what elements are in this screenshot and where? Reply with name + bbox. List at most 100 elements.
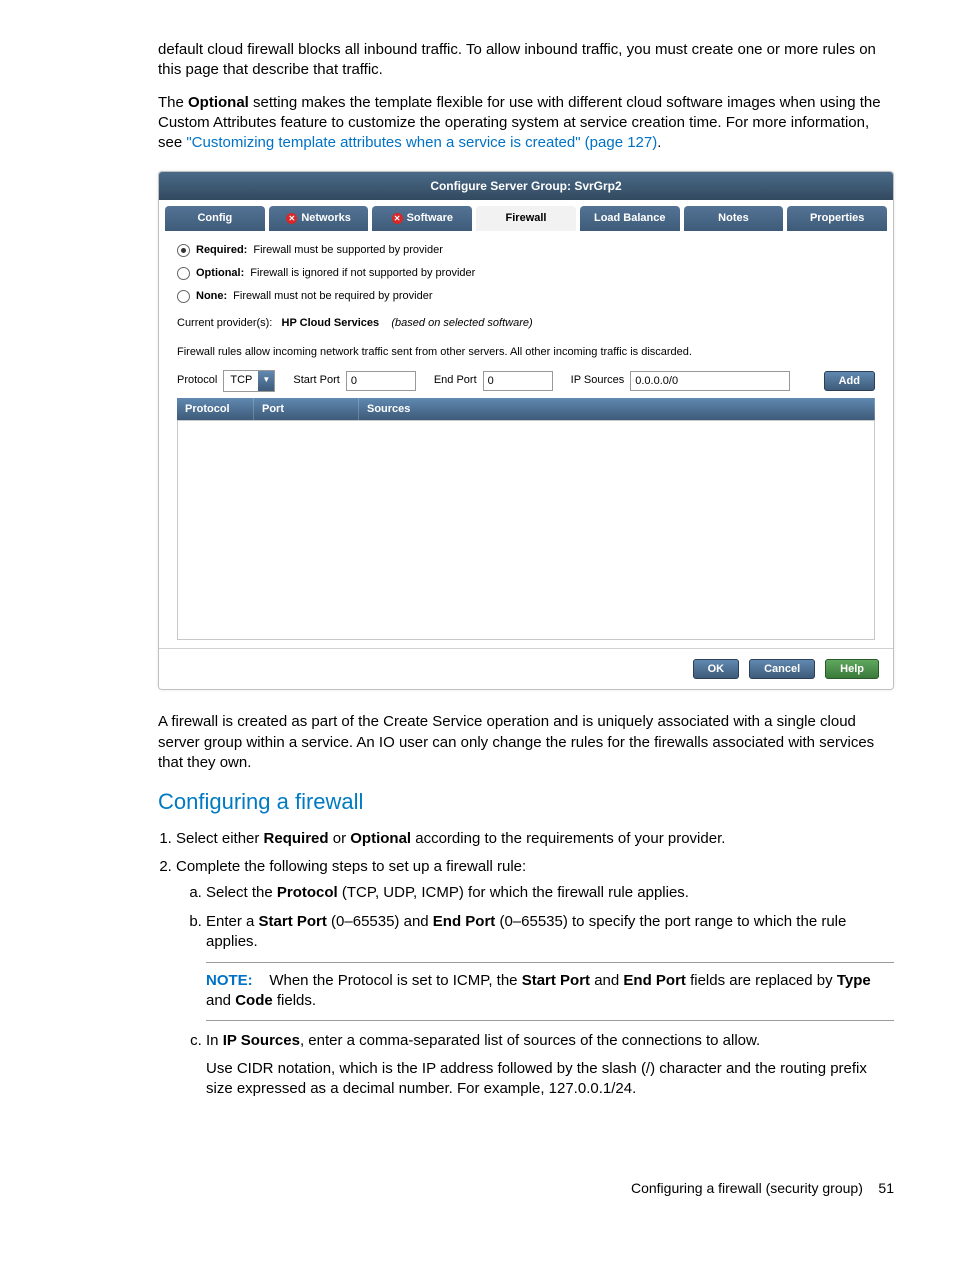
chevron-down-icon: ▼ bbox=[258, 371, 274, 391]
radio-label: Required: bbox=[196, 243, 247, 258]
tab-config[interactable]: Config bbox=[165, 206, 265, 231]
radio-label: None: bbox=[196, 289, 227, 304]
add-button[interactable]: Add bbox=[824, 371, 875, 391]
grid-header-port[interactable]: Port bbox=[254, 398, 359, 421]
text: The bbox=[158, 94, 188, 111]
tab-firewall[interactable]: Firewall bbox=[476, 206, 576, 231]
dialog-footer: OK Cancel Help bbox=[159, 648, 893, 689]
start-port-label: Start Port bbox=[293, 373, 339, 388]
text: and bbox=[590, 972, 623, 989]
provider-value: HP Cloud Services bbox=[282, 317, 380, 329]
text-bold: Optional bbox=[350, 830, 411, 847]
error-icon: ✕ bbox=[286, 213, 297, 224]
tab-software[interactable]: ✕ Software bbox=[372, 206, 472, 231]
text: Select the bbox=[206, 884, 277, 901]
note-box: NOTE: When the Protocol is set to ICMP, … bbox=[206, 962, 894, 1021]
radio-optional[interactable] bbox=[177, 267, 190, 280]
radio-desc: Firewall is ignored if not supported by … bbox=[250, 266, 475, 281]
tab-label: Notes bbox=[718, 211, 749, 226]
grid-header-protocol[interactable]: Protocol bbox=[177, 398, 254, 421]
step-2: Complete the following steps to set up a… bbox=[176, 857, 894, 1099]
text-bold: Start Port bbox=[259, 913, 327, 930]
text: Complete the following steps to set up a… bbox=[176, 858, 526, 875]
provider-line: Current provider(s): HP Cloud Services (… bbox=[177, 316, 875, 331]
text: and bbox=[206, 992, 235, 1009]
text-bold: End Port bbox=[433, 913, 496, 930]
text: fields are replaced by bbox=[686, 972, 837, 989]
note-label: NOTE: bbox=[206, 972, 253, 989]
text-bold: Optional bbox=[188, 94, 249, 111]
tab-label: Firewall bbox=[506, 211, 547, 226]
radio-row-none: None: Firewall must not be required by p… bbox=[177, 289, 875, 304]
text: (0–65535) and bbox=[327, 913, 433, 930]
provider-hint: (based on selected software) bbox=[391, 317, 532, 329]
tab-label: Software bbox=[407, 211, 453, 226]
after-dialog-paragraph: A firewall is created as part of the Cre… bbox=[158, 712, 894, 773]
intro-paragraph-1: default cloud firewall blocks all inboun… bbox=[158, 40, 894, 81]
substeps-list: Select the Protocol (TCP, UDP, ICMP) for… bbox=[176, 883, 894, 1099]
protocol-select[interactable]: TCP ▼ bbox=[223, 370, 275, 392]
ip-sources-label: IP Sources bbox=[571, 373, 625, 388]
tab-label: Load Balance bbox=[594, 211, 666, 226]
radio-row-required: Required: Firewall must be supported by … bbox=[177, 243, 875, 258]
tab-label: Networks bbox=[301, 211, 351, 226]
rules-grid-header: Protocol Port Sources bbox=[177, 398, 875, 421]
tab-properties[interactable]: Properties bbox=[787, 206, 887, 231]
radio-none[interactable] bbox=[177, 290, 190, 303]
text: Select either bbox=[176, 830, 264, 847]
radio-label: Optional: bbox=[196, 266, 244, 281]
text: When the Protocol is set to ICMP, the bbox=[269, 972, 521, 989]
text: or bbox=[329, 830, 351, 847]
end-port-input[interactable] bbox=[483, 371, 553, 391]
ok-button[interactable]: OK bbox=[693, 659, 740, 679]
text-bold: Code bbox=[235, 992, 273, 1009]
cancel-button[interactable]: Cancel bbox=[749, 659, 815, 679]
text-bold: Start Port bbox=[522, 972, 590, 989]
section-title-configuring-firewall: Configuring a firewall bbox=[158, 787, 894, 817]
tab-row: Config ✕ Networks ✕ Software Firewall Load… bbox=[159, 200, 893, 231]
tab-networks[interactable]: ✕ Networks bbox=[269, 206, 369, 231]
text: fields. bbox=[273, 992, 316, 1009]
steps-list: Select either Required or Optional accor… bbox=[158, 829, 894, 1100]
text-bold: Protocol bbox=[277, 884, 338, 901]
radio-desc: Firewall must not be required by provide… bbox=[233, 289, 432, 304]
substep-a: Select the Protocol (TCP, UDP, ICMP) for… bbox=[206, 883, 894, 903]
start-port-input[interactable] bbox=[346, 371, 416, 391]
help-button[interactable]: Help bbox=[825, 659, 879, 679]
text: according to the requirements of your pr… bbox=[411, 830, 725, 847]
grid-header-sources[interactable]: Sources bbox=[359, 398, 875, 421]
end-port-label: End Port bbox=[434, 373, 477, 388]
error-icon: ✕ bbox=[392, 213, 403, 224]
substep-b: Enter a Start Port (0–65535) and End Por… bbox=[206, 912, 894, 1021]
rules-grid-body bbox=[177, 420, 875, 640]
rules-explanation: Firewall rules allow incoming network tr… bbox=[177, 345, 875, 360]
configure-server-group-dialog: Configure Server Group: SvrGrp2 Config ✕… bbox=[158, 171, 894, 690]
text-bold: IP Sources bbox=[223, 1032, 300, 1049]
substep-c-paragraph: Use CIDR notation, which is the IP addre… bbox=[206, 1059, 894, 1100]
text-bold: Required bbox=[264, 830, 329, 847]
rule-form-row: Protocol TCP ▼ Start Port End Port IP So… bbox=[177, 370, 875, 392]
footer-text: Configuring a firewall (security group) bbox=[631, 1180, 863, 1196]
footer-page-number: 51 bbox=[878, 1180, 894, 1196]
radio-required[interactable] bbox=[177, 244, 190, 257]
intro-paragraph-2: The Optional setting makes the template … bbox=[158, 93, 894, 154]
provider-label: Current provider(s): bbox=[177, 317, 272, 329]
radio-row-optional: Optional: Firewall is ignored if not sup… bbox=[177, 266, 875, 281]
text: In bbox=[206, 1032, 223, 1049]
dialog-titlebar: Configure Server Group: SvrGrp2 bbox=[159, 172, 893, 200]
substep-c: In IP Sources, enter a comma-separated l… bbox=[206, 1031, 894, 1100]
protocol-select-value: TCP bbox=[224, 373, 258, 388]
text: Enter a bbox=[206, 913, 259, 930]
text: . bbox=[657, 134, 661, 151]
tab-notes[interactable]: Notes bbox=[684, 206, 784, 231]
protocol-label: Protocol bbox=[177, 373, 217, 388]
text: (TCP, UDP, ICMP) for which the firewall … bbox=[338, 884, 689, 901]
crossref-link[interactable]: "Customizing template attributes when a … bbox=[186, 134, 657, 151]
tab-load-balance[interactable]: Load Balance bbox=[580, 206, 680, 231]
tab-label: Config bbox=[197, 211, 232, 226]
text: , enter a comma-separated list of source… bbox=[300, 1032, 760, 1049]
ip-sources-input[interactable] bbox=[630, 371, 790, 391]
page-footer: Configuring a firewall (security group) … bbox=[158, 1179, 894, 1198]
text-bold: Type bbox=[837, 972, 871, 989]
tab-label: Properties bbox=[810, 211, 864, 226]
